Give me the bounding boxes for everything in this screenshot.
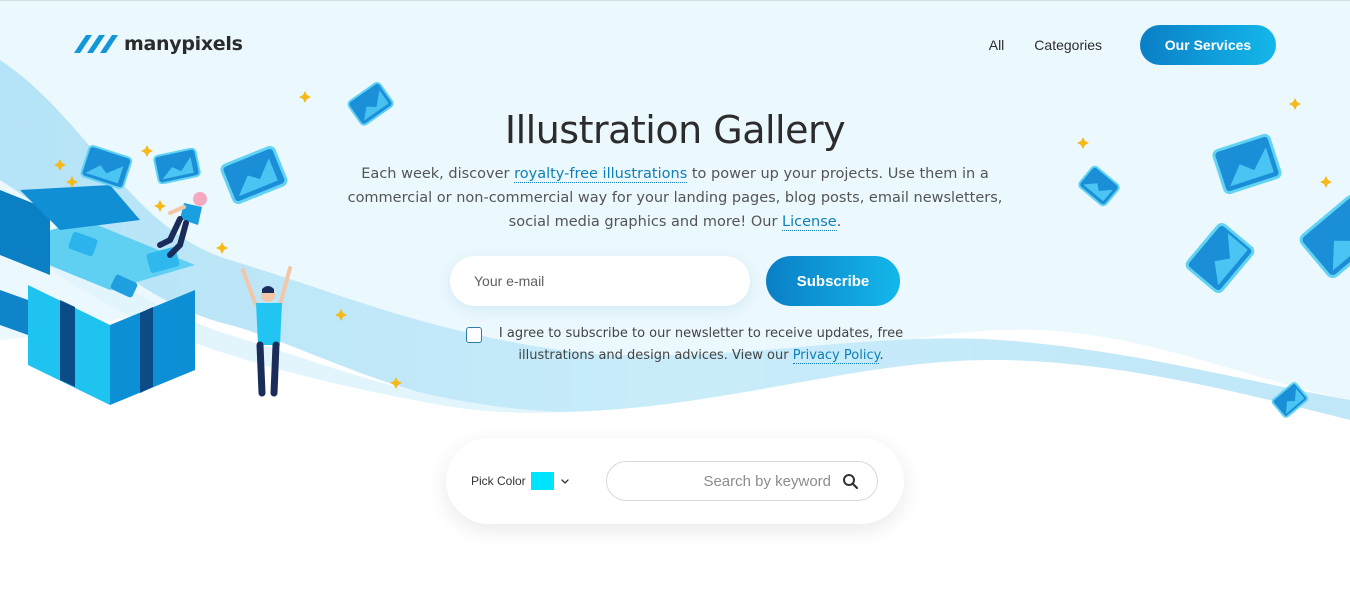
color-swatch[interactable] xyxy=(531,472,554,490)
consent-checkbox[interactable] xyxy=(466,327,482,343)
stripes-logo-icon xyxy=(74,35,118,53)
main-nav: All Categories Our Services xyxy=(989,25,1276,65)
logo[interactable]: manypixels xyxy=(74,33,243,55)
search-input[interactable] xyxy=(621,462,831,500)
pick-color-label: Pick Color xyxy=(471,474,526,488)
subscribe-button[interactable]: Subscribe xyxy=(766,256,900,306)
privacy-policy-link[interactable]: Privacy Policy xyxy=(792,348,880,364)
nav-link-categories[interactable]: Categories xyxy=(1034,37,1102,53)
search-box xyxy=(606,461,878,501)
royalty-free-link[interactable]: royalty-free illustrations xyxy=(514,166,688,183)
top-border xyxy=(0,0,1350,1)
filter-bar: Pick Color xyxy=(446,438,904,524)
logo-text: manypixels xyxy=(124,33,243,55)
intro-paragraph: Each week, discover royalty-free illustr… xyxy=(335,162,1015,234)
consent-text: I agree to subscribe to our newsletter t… xyxy=(491,323,911,367)
search-icon[interactable] xyxy=(842,473,859,490)
page-title: Illustration Gallery xyxy=(504,108,846,152)
chevron-down-icon[interactable] xyxy=(560,476,570,486)
nav-link-all[interactable]: All xyxy=(989,37,1005,53)
email-field[interactable] xyxy=(450,256,750,306)
consent-end: . xyxy=(879,348,884,363)
our-services-button[interactable]: Our Services xyxy=(1140,25,1276,65)
license-link[interactable]: License xyxy=(782,214,837,231)
intro-end: . xyxy=(836,214,842,230)
intro-text: Each week, discover xyxy=(361,166,515,182)
